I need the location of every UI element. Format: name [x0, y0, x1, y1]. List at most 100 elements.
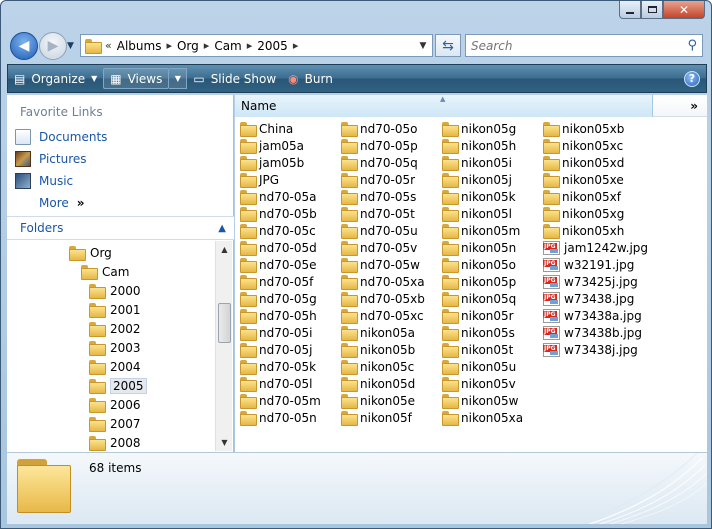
- folder-item[interactable]: nikon05c: [341, 358, 414, 375]
- folder-item[interactable]: nd70-05q: [341, 154, 418, 171]
- breadcrumb-cam[interactable]: Cam: [214, 39, 241, 53]
- folder-item[interactable]: nd70-05h: [240, 307, 317, 324]
- folder-item[interactable]: nikon05g: [442, 120, 516, 137]
- maximize-button[interactable]: [641, 1, 663, 19]
- recent-pages-dropdown[interactable]: ▼: [67, 41, 74, 51]
- address-overflow-chevron[interactable]: «: [105, 39, 112, 52]
- burn-button[interactable]: ◉ Burn: [282, 65, 339, 92]
- folder-item[interactable]: nikon05m: [442, 222, 520, 239]
- breadcrumb-2005[interactable]: 2005: [257, 39, 288, 53]
- favorite-link-music[interactable]: Music: [15, 173, 73, 189]
- file-item[interactable]: w73438a.jpg: [543, 307, 642, 324]
- folder-item[interactable]: nd70-05k: [240, 358, 316, 375]
- file-item[interactable]: w73425j.jpg: [543, 273, 638, 290]
- tree-item-2000[interactable]: 2000: [89, 281, 141, 300]
- folder-item[interactable]: nd70-05r: [341, 171, 415, 188]
- folder-item[interactable]: nd70-05a: [240, 188, 316, 205]
- folder-item[interactable]: nd70-05e: [240, 256, 316, 273]
- file-item[interactable]: w32191.jpg: [543, 256, 634, 273]
- folder-item[interactable]: nd70-05w: [341, 256, 420, 273]
- tree-item-cam[interactable]: Cam: [81, 262, 129, 281]
- folder-item[interactable]: nd70-05n: [240, 409, 317, 426]
- scrollbar-thumb[interactable]: [218, 303, 231, 343]
- tree-item-2004[interactable]: 2004: [89, 357, 141, 376]
- folders-header[interactable]: Folders ▲: [7, 216, 234, 240]
- folder-item[interactable]: nikon05xc: [543, 137, 623, 154]
- folder-item[interactable]: nikon05o: [442, 256, 516, 273]
- folder-item[interactable]: nikon05xa: [442, 409, 523, 426]
- folder-item[interactable]: nd70-05j: [240, 341, 312, 358]
- folder-item[interactable]: nikon05e: [341, 392, 415, 409]
- folder-item[interactable]: nd70-05g: [240, 290, 317, 307]
- folder-item[interactable]: nikon05xb: [543, 120, 624, 137]
- folder-item[interactable]: nikon05a: [341, 324, 415, 341]
- folder-item[interactable]: nikon05t: [442, 341, 513, 358]
- favorite-link-more[interactable]: More »: [15, 195, 85, 211]
- folder-item[interactable]: nikon05xf: [543, 188, 621, 205]
- organize-button[interactable]: ▤ Organize ▼: [8, 65, 103, 92]
- tree-item-2003[interactable]: 2003: [89, 338, 141, 357]
- folder-item[interactable]: nikon05xh: [543, 222, 624, 239]
- address-history-dropdown[interactable]: ▼: [414, 35, 432, 56]
- favorite-link-pictures[interactable]: Pictures: [15, 151, 87, 167]
- file-item[interactable]: w73438.jpg: [543, 290, 634, 307]
- views-dropdown[interactable]: ▼: [169, 68, 188, 89]
- more-columns-chevron[interactable]: »: [690, 99, 698, 113]
- folder-item[interactable]: nikon05xe: [543, 171, 624, 188]
- folder-item[interactable]: nd70-05s: [341, 188, 416, 205]
- folder-item[interactable]: nd70-05u: [341, 222, 418, 239]
- tree-item-2007[interactable]: 2007: [89, 414, 141, 433]
- breadcrumb-org[interactable]: Org: [177, 39, 199, 53]
- folder-item[interactable]: nikon05q: [442, 290, 516, 307]
- folder-item[interactable]: nikon05w: [442, 392, 519, 409]
- views-button[interactable]: ▦ Views: [103, 68, 170, 89]
- folder-item[interactable]: nikon05i: [442, 154, 512, 171]
- slideshow-button[interactable]: ▭ Slide Show: [187, 65, 282, 92]
- address-bar[interactable]: « Albums ▸ Org ▸ Cam ▸ 2005 ▸ ▼: [80, 34, 433, 57]
- forward-button[interactable]: ▶: [39, 32, 67, 60]
- folder-item[interactable]: nikon05d: [341, 375, 415, 392]
- tree-item-2008[interactable]: 2008: [89, 433, 141, 451]
- folder-item[interactable]: nikon05p: [442, 273, 516, 290]
- back-button[interactable]: ◀: [10, 32, 38, 60]
- folder-item[interactable]: nd70-05l: [240, 375, 312, 392]
- folder-item[interactable]: nd70-05d: [240, 239, 317, 256]
- folder-item[interactable]: nd70-05o: [341, 120, 417, 137]
- search-icon[interactable]: ⚲: [687, 38, 697, 53]
- folder-item[interactable]: nikon05xd: [543, 154, 624, 171]
- folder-item[interactable]: nd70-05i: [240, 324, 312, 341]
- folder-item[interactable]: nikon05l: [442, 205, 512, 222]
- chevron-right-icon[interactable]: ▸: [293, 39, 299, 52]
- folder-item[interactable]: jam05a: [240, 137, 304, 154]
- search-box[interactable]: ⚲: [465, 34, 703, 57]
- scroll-up-button[interactable]: ▲: [216, 241, 233, 258]
- file-item[interactable]: w73438j.jpg: [543, 341, 638, 358]
- chevron-right-icon[interactable]: ▸: [166, 39, 172, 52]
- folder-item[interactable]: nikon05r: [442, 307, 514, 324]
- breadcrumb-albums[interactable]: Albums: [117, 39, 162, 53]
- folder-item[interactable]: nikon05xg: [543, 205, 624, 222]
- folder-item[interactable]: nikon05b: [341, 341, 415, 358]
- search-input[interactable]: [471, 38, 671, 53]
- folder-item[interactable]: nd70-05v: [341, 239, 417, 256]
- folder-item[interactable]: nikon05v: [442, 375, 516, 392]
- scroll-down-button[interactable]: ▼: [216, 434, 233, 451]
- folder-item[interactable]: nd70-05c: [240, 222, 316, 239]
- folder-item[interactable]: nd70-05b: [240, 205, 317, 222]
- help-button[interactable]: ?: [684, 70, 700, 87]
- close-button[interactable]: ✕: [663, 1, 705, 19]
- tree-item-2006[interactable]: 2006: [89, 395, 141, 414]
- tree-item-2001[interactable]: 2001: [89, 300, 141, 319]
- folder-item[interactable]: nd70-05xc: [341, 307, 424, 324]
- folder-item[interactable]: nikon05k: [442, 188, 516, 205]
- file-item[interactable]: w73438b.jpg: [543, 324, 642, 341]
- folder-item[interactable]: nd70-05p: [341, 137, 418, 154]
- file-item[interactable]: jam1242w.jpg: [543, 239, 648, 256]
- folder-item[interactable]: China: [240, 120, 293, 137]
- folder-item[interactable]: nikon05n: [442, 239, 516, 256]
- folder-item[interactable]: nikon05h: [442, 137, 516, 154]
- folder-item[interactable]: nd70-05f: [240, 273, 313, 290]
- folder-item[interactable]: JPG: [240, 171, 279, 188]
- chevron-right-icon[interactable]: ▸: [204, 39, 210, 52]
- minimize-button[interactable]: [619, 1, 641, 19]
